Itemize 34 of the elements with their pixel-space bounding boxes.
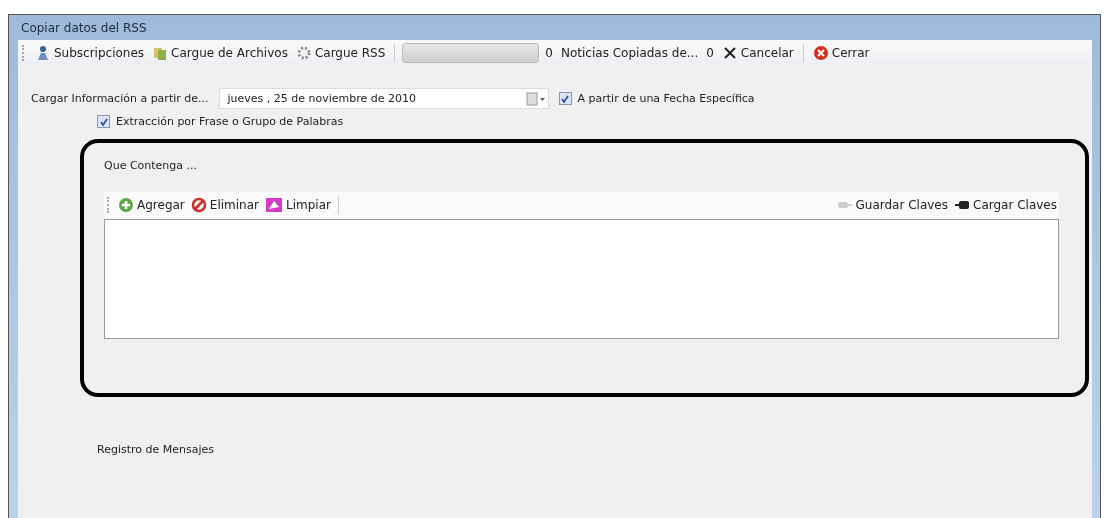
toolbar-button[interactable]: Limpiar [262, 196, 333, 214]
plug-icon [836, 200, 853, 210]
window-title: Copiar datos del RSS [21, 20, 147, 35]
field-label: Cargar Información a partir de... [31, 92, 209, 105]
status-text: 0 [545, 46, 553, 60]
check-icon [560, 93, 570, 104]
toolbar-button[interactable]: Cargue RSS [293, 44, 388, 62]
grip-icon [22, 45, 26, 61]
cancel-icon [721, 45, 738, 61]
grip-icon [107, 197, 111, 213]
date-picker[interactable]: jueves , 25 de noviembre de 2010 [218, 88, 549, 109]
add-icon [118, 197, 134, 213]
status-text: Noticias Copiadas de... [561, 46, 699, 60]
toolbar-button[interactable]: Cargar Claves [952, 197, 1059, 213]
calendar-icon [525, 91, 546, 106]
check-icon [98, 116, 109, 127]
panel-title: Que Contenga ... [104, 158, 199, 172]
plug-icon [954, 200, 970, 210]
toolbar-button[interactable]: Eliminar [188, 196, 261, 214]
toolbar-button[interactable]: Guardar Claves [834, 197, 950, 213]
prohibited-icon [190, 197, 207, 213]
toolbar-button[interactable]: Agregar [116, 196, 187, 214]
status-text: 0 [706, 46, 714, 60]
checkbox[interactable]: Extracción por Frase o Grupo de Palabras [97, 115, 344, 128]
toolbar-button[interactable]: Subscripciones [33, 44, 147, 62]
keyword-list[interactable] [104, 218, 1059, 339]
section-title: Registro de Mensajes [97, 442, 215, 456]
toolbar-button[interactable]: Cargue de Archivos [150, 44, 290, 62]
close-icon [812, 45, 829, 61]
checkbox[interactable]: A partir de una Fecha Específica [558, 92, 755, 105]
files-icon [152, 45, 169, 61]
person-icon [35, 45, 51, 61]
toolbar-button[interactable]: Cancelar [719, 44, 796, 62]
toolbar-button[interactable]: Cerrar [810, 44, 872, 62]
